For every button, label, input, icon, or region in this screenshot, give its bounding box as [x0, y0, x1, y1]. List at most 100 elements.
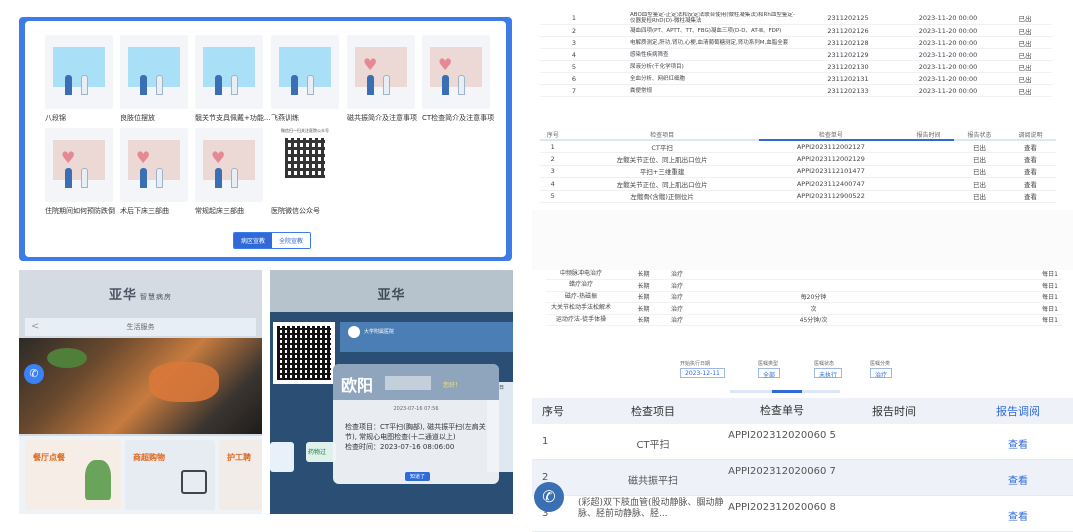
- tile-caption: CT检查简介及注意事项: [422, 114, 495, 122]
- thumbnail-background: [279, 47, 331, 87]
- view-report-link[interactable]: 查看: [978, 508, 1058, 523]
- order-frequency: [726, 279, 901, 292]
- table-row: 中频脉冲电治疗 长期 治疗 每日1: [546, 268, 1062, 280]
- report-time: [903, 140, 954, 153]
- education-tile[interactable]: ♥ 住院期间如何预防跌倒: [45, 128, 115, 216]
- filter-label: 医嘱状态: [814, 361, 835, 367]
- report-status-link[interactable]: 已出: [998, 60, 1052, 73]
- lab-order-number: 2311202133: [798, 84, 898, 97]
- report-status-link[interactable]: 已出: [998, 48, 1052, 61]
- order-frequency: 每20分钟: [726, 291, 901, 303]
- report-time: [903, 190, 954, 203]
- report-status-link[interactable]: 已出: [998, 72, 1052, 85]
- caregiver-card[interactable]: 护工聘: [219, 440, 262, 510]
- education-tile[interactable]: ♥ CT检查简介及注意事项: [422, 35, 495, 123]
- filter-field[interactable]: 医嘱类型 全部: [758, 360, 781, 379]
- order-name: 运动疗法-徒手体操: [546, 314, 616, 326]
- view-link[interactable]: 查看: [1004, 190, 1056, 203]
- exam-item: (彩超)双下肢血管(股动静脉、腘动静脉、胫前动静脉、胫...: [578, 498, 724, 519]
- table-row: 7 粪便常规 2311202133 2023-11-20 00:00 已出: [540, 84, 1052, 97]
- row-index: 3: [540, 165, 566, 178]
- education-tile[interactable]: 八段锦: [45, 35, 113, 123]
- tile-caption: 住院期间如何预防跌倒: [45, 207, 115, 215]
- filter-select[interactable]: 2023-12-11: [680, 368, 725, 378]
- lab-order-number: 2311202126: [798, 24, 898, 37]
- education-tile[interactable]: 飞燕训练: [271, 35, 339, 123]
- report-time: 2023-11-20 00:00: [898, 48, 998, 61]
- order-schedule: 每日1: [901, 291, 1062, 303]
- col-header-time: 报告时间: [872, 405, 916, 418]
- report-time: 2023-11-20 00:00: [898, 24, 998, 37]
- phone-icon[interactable]: ✆: [24, 364, 44, 384]
- table-row: 2 左髋关节正位、同上肌出口位片 APPI2023112002129 已出 查看: [540, 152, 1056, 166]
- order-category: 治疗: [671, 268, 726, 280]
- thumbnail-background: [53, 47, 105, 87]
- row-index: 1: [540, 12, 608, 25]
- education-tile[interactable]: ♥ 常规起床三部曲: [195, 128, 263, 216]
- report-time: [903, 152, 954, 166]
- education-tile[interactable]: ♥ 磁共振简介及注意事项: [347, 35, 417, 123]
- row-index: 4: [540, 48, 608, 61]
- acknowledge-button[interactable]: 知道了: [405, 472, 431, 481]
- page-header: < 生活服务: [25, 318, 256, 336]
- video-thumbnail: [120, 35, 188, 109]
- side-button[interactable]: [270, 442, 294, 472]
- education-tile[interactable]: 良肢位摆放: [120, 35, 188, 123]
- col-header: 检查单号: [758, 130, 903, 141]
- qr-code: [273, 322, 335, 384]
- life-service-kiosk: 亚华 智慧病房 < 生活服务 ✆ 餐厅点餐 商超购物 护工聘: [19, 270, 262, 514]
- ward-education-tab[interactable]: 病区宣教: [234, 233, 273, 248]
- hospital-education-tab[interactable]: 全院宣教: [272, 233, 311, 248]
- filter-field[interactable]: 医嘱分类 治疗: [870, 360, 893, 379]
- report-status: 已出: [953, 152, 1005, 166]
- filter-select[interactable]: 治疗: [870, 368, 893, 379]
- exam-details: 检查项目：CT平扫(胸部), 磁共振平扫(左肩关节), 常规心电图检查(十二通道…: [345, 422, 491, 452]
- view-link[interactable]: 查看: [1004, 152, 1056, 166]
- education-tile[interactable]: 髋关节支具佩戴+功能...: [195, 35, 271, 123]
- tile-caption: 八段锦: [45, 114, 66, 122]
- exam-number: APPI2023112101477: [758, 165, 903, 178]
- patient-figure: [231, 75, 238, 95]
- order-schedule: 每日1: [901, 279, 1062, 292]
- tile-caption: 磁共振简介及注意事项: [347, 114, 417, 122]
- education-tile[interactable]: 微信扫一扫关注医院公众号 医院微信公众号: [271, 128, 339, 216]
- kiosk-screen: 大学附属医院 药物过 入院日 欧阳 您好！ 2023-07-16 07:56 检…: [270, 312, 513, 514]
- heart-icon: ♥: [136, 148, 151, 167]
- view-report-link[interactable]: 查看: [978, 436, 1058, 451]
- report-status-link[interactable]: 已出: [998, 12, 1052, 25]
- supermarket-card[interactable]: 商超购物: [125, 440, 215, 510]
- report-status-link[interactable]: 已出: [998, 24, 1052, 37]
- row-index: 1: [540, 140, 566, 153]
- filter-select[interactable]: 未执行: [814, 368, 843, 379]
- report-status-link[interactable]: 已出: [998, 84, 1052, 97]
- doctor-figure: [367, 75, 374, 95]
- education-tile[interactable]: ♥ 术后下床三部曲: [120, 128, 188, 216]
- medication-tab[interactable]: 药物过: [306, 442, 336, 462]
- exam-item: 左髋关节正位、同上肌出口位片: [565, 152, 759, 166]
- table-row: 3 电解质测定,肝功,肾功,心梗,血清葡萄糖测定,肾功系列M,血脂全套 231120…: [540, 36, 1052, 49]
- video-thumbnail: ♥: [45, 128, 113, 202]
- report-time: [903, 177, 954, 191]
- doctor-figure: [215, 168, 222, 188]
- restaurant-order-card[interactable]: 餐厅点餐: [25, 440, 121, 510]
- view-link[interactable]: 查看: [1004, 165, 1056, 178]
- view-report-link[interactable]: 查看: [978, 472, 1058, 487]
- brand-subtitle: 智慧病房: [140, 293, 172, 301]
- col-header-action: 报告调阅: [996, 405, 1040, 418]
- filter-select[interactable]: 全部: [758, 368, 781, 379]
- filter-field[interactable]: 医嘱状态 未执行: [814, 360, 843, 379]
- exam-number: APPI202312020060 5: [728, 430, 836, 441]
- brand-name: 亚华: [108, 288, 137, 303]
- table-row: 蜡疗治疗 长期 治疗 每日1: [546, 279, 1062, 292]
- report-status-link[interactable]: 已出: [998, 36, 1052, 49]
- order-frequency: 次: [726, 302, 901, 315]
- view-link[interactable]: 查看: [1004, 140, 1056, 153]
- back-icon[interactable]: <: [31, 318, 39, 336]
- exam-number: APPI202312020060 8: [728, 502, 836, 513]
- filter-field[interactable]: 开始执行日期 2023-12-11: [680, 360, 725, 378]
- order-category: 治疗: [671, 291, 726, 303]
- view-link[interactable]: 查看: [1004, 177, 1056, 191]
- table-header: 序号 检查项目 检查单号 报告时间 报告调阅: [532, 398, 1073, 424]
- report-time: 2023-11-20 00:00: [898, 72, 998, 85]
- phone-icon[interactable]: ✆: [534, 482, 564, 512]
